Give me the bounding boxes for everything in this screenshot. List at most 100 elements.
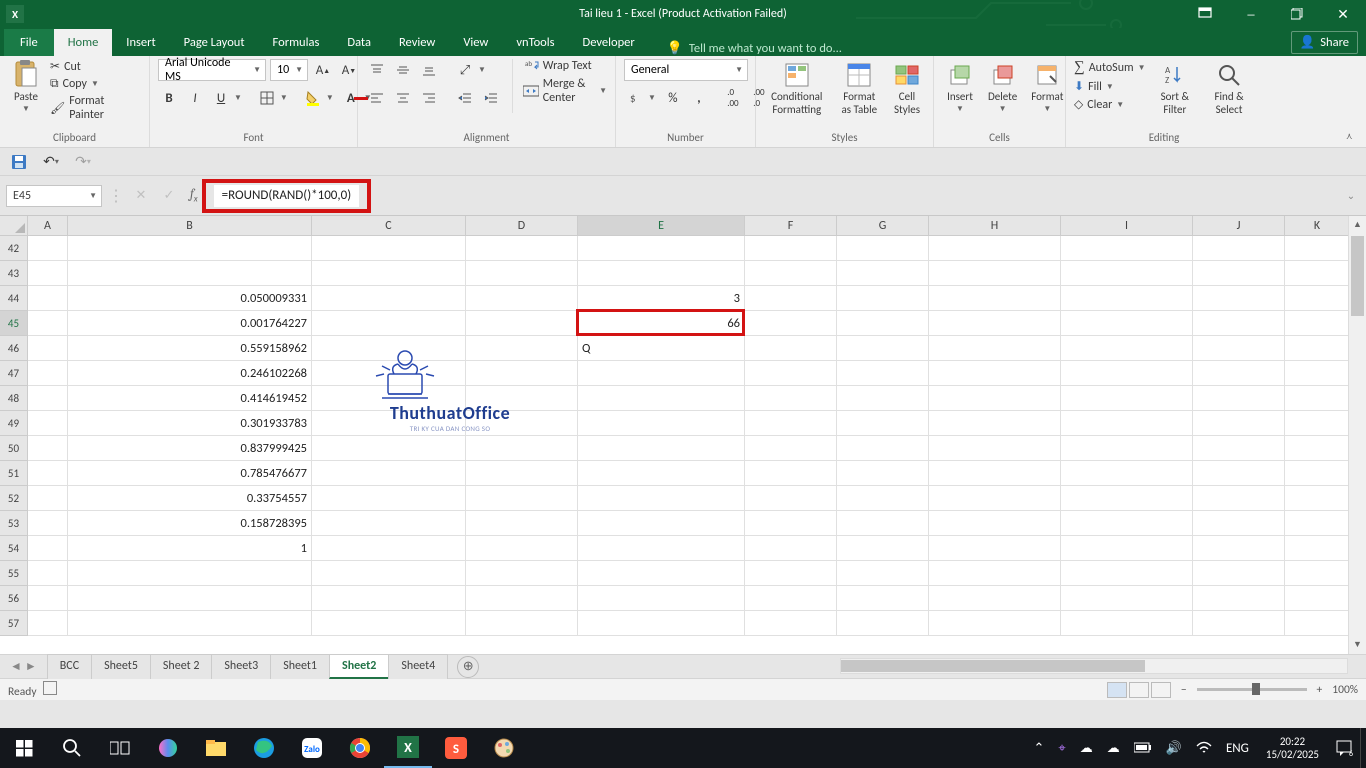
formula-input[interactable]: =ROUND(RAND()*100,0)	[214, 185, 360, 207]
bold-button[interactable]: B	[158, 87, 180, 109]
cell-G49[interactable]	[837, 411, 929, 436]
cell-G44[interactable]	[837, 286, 929, 311]
cell-F51[interactable]	[745, 461, 837, 486]
cell-G42[interactable]	[837, 236, 929, 261]
cell-F44[interactable]	[745, 286, 837, 311]
scroll-down-icon[interactable]: ▼	[1349, 636, 1366, 654]
cell-I56[interactable]	[1061, 586, 1193, 611]
conditional-formatting-button[interactable]: Conditional Formatting	[764, 59, 830, 118]
cell-H50[interactable]	[929, 436, 1061, 461]
cell-E51[interactable]	[578, 461, 745, 486]
cell-G52[interactable]	[837, 486, 929, 511]
column-header-G[interactable]: G	[837, 216, 929, 235]
cell-D53[interactable]	[466, 511, 578, 536]
cell-H43[interactable]	[929, 261, 1061, 286]
cell-G54[interactable]	[837, 536, 929, 561]
tray-language[interactable]: ENG	[1219, 741, 1256, 756]
column-header-C[interactable]: C	[312, 216, 466, 235]
cell-H53[interactable]	[929, 511, 1061, 536]
cell-A54[interactable]	[28, 536, 68, 561]
expand-formula-bar-icon[interactable]: ⌄	[1342, 189, 1360, 202]
cell-C54[interactable]	[312, 536, 466, 561]
page-break-view-button[interactable]	[1151, 682, 1171, 698]
number-format-combo[interactable]: General▼	[624, 59, 748, 81]
cell-F55[interactable]	[745, 561, 837, 586]
tray-clock[interactable]: 20:2215/02/2025	[1256, 735, 1329, 761]
cell-A44[interactable]	[28, 286, 68, 311]
cell-E48[interactable]	[578, 386, 745, 411]
cell-F45[interactable]	[745, 311, 837, 336]
cell-C42[interactable]	[312, 236, 466, 261]
cell-I44[interactable]	[1061, 286, 1193, 311]
enter-formula-button[interactable]: ✓	[158, 185, 180, 207]
cell-A43[interactable]	[28, 261, 68, 286]
show-desktop-button[interactable]	[1360, 728, 1366, 768]
tab-vntools[interactable]: vnTools	[502, 29, 568, 56]
cell-K57[interactable]	[1285, 611, 1350, 636]
merge-center-button[interactable]: Merge & Center ▼	[523, 77, 607, 105]
cell-B43[interactable]	[68, 261, 312, 286]
cell-K55[interactable]	[1285, 561, 1350, 586]
accounting-caret-icon[interactable]: ▼	[646, 93, 658, 103]
tray-weather-icon[interactable]: ☁	[1100, 741, 1127, 756]
cell-E52[interactable]	[578, 486, 745, 511]
close-button[interactable]: ✕	[1320, 0, 1366, 28]
search-button[interactable]	[48, 728, 96, 768]
save-button[interactable]	[8, 151, 30, 173]
cell-C44[interactable]	[312, 286, 466, 311]
cell-G45[interactable]	[837, 311, 929, 336]
cell-H44[interactable]	[929, 286, 1061, 311]
sheet-tab-sheet1[interactable]: Sheet1	[270, 654, 330, 679]
fill-color-caret-icon[interactable]: ▼	[324, 93, 336, 103]
cell-K53[interactable]	[1285, 511, 1350, 536]
cell-H56[interactable]	[929, 586, 1061, 611]
cell-D56[interactable]	[466, 586, 578, 611]
cell-F53[interactable]	[745, 511, 837, 536]
cell-J50[interactable]	[1193, 436, 1285, 461]
tray-overflow-icon[interactable]: ⌃	[1027, 741, 1052, 756]
tray-wifi-icon[interactable]	[1189, 741, 1219, 755]
cell-G56[interactable]	[837, 586, 929, 611]
cell-D45[interactable]	[466, 311, 578, 336]
row-header-45[interactable]: 45	[0, 311, 28, 336]
cell-K46[interactable]	[1285, 336, 1350, 361]
tray-battery-icon[interactable]	[1127, 742, 1159, 754]
cell-K47[interactable]	[1285, 361, 1350, 386]
copilot-app-icon[interactable]	[144, 728, 192, 768]
cell-B47[interactable]: 0.246102268	[68, 361, 312, 386]
cell-G46[interactable]	[837, 336, 929, 361]
cell-G50[interactable]	[837, 436, 929, 461]
paint-app-icon[interactable]	[480, 728, 528, 768]
row-header-50[interactable]: 50	[0, 436, 28, 461]
cell-K48[interactable]	[1285, 386, 1350, 411]
cell-I53[interactable]	[1061, 511, 1193, 536]
cell-K45[interactable]	[1285, 311, 1350, 336]
cell-I57[interactable]	[1061, 611, 1193, 636]
chrome-browser-icon[interactable]	[336, 728, 384, 768]
redo-button[interactable]: ↷▾	[72, 151, 94, 173]
cell-K44[interactable]	[1285, 286, 1350, 311]
cell-E56[interactable]	[578, 586, 745, 611]
cell-D55[interactable]	[466, 561, 578, 586]
increase-font-icon[interactable]: A▲	[312, 59, 334, 81]
ribbon-options-icon[interactable]	[1182, 0, 1228, 28]
decrease-font-icon[interactable]: A▼	[338, 59, 360, 81]
new-sheet-button[interactable]: ⊕	[457, 656, 479, 678]
tab-insert[interactable]: Insert	[112, 29, 169, 56]
cell-F54[interactable]	[745, 536, 837, 561]
column-header-D[interactable]: D	[466, 216, 578, 235]
tab-page-layout[interactable]: Page Layout	[170, 29, 259, 56]
cell-D43[interactable]	[466, 261, 578, 286]
row-header-48[interactable]: 48	[0, 386, 28, 411]
cell-K43[interactable]	[1285, 261, 1350, 286]
tab-developer[interactable]: Developer	[569, 29, 649, 56]
cell-C51[interactable]	[312, 461, 466, 486]
cell-J56[interactable]	[1193, 586, 1285, 611]
cell-H45[interactable]	[929, 311, 1061, 336]
cell-J46[interactable]	[1193, 336, 1285, 361]
orientation-caret-icon[interactable]: ▼	[476, 65, 488, 75]
cell-A57[interactable]	[28, 611, 68, 636]
cell-J55[interactable]	[1193, 561, 1285, 586]
sheet-tab-sheet4[interactable]: Sheet4	[388, 654, 448, 679]
align-bottom-icon[interactable]	[418, 59, 440, 81]
